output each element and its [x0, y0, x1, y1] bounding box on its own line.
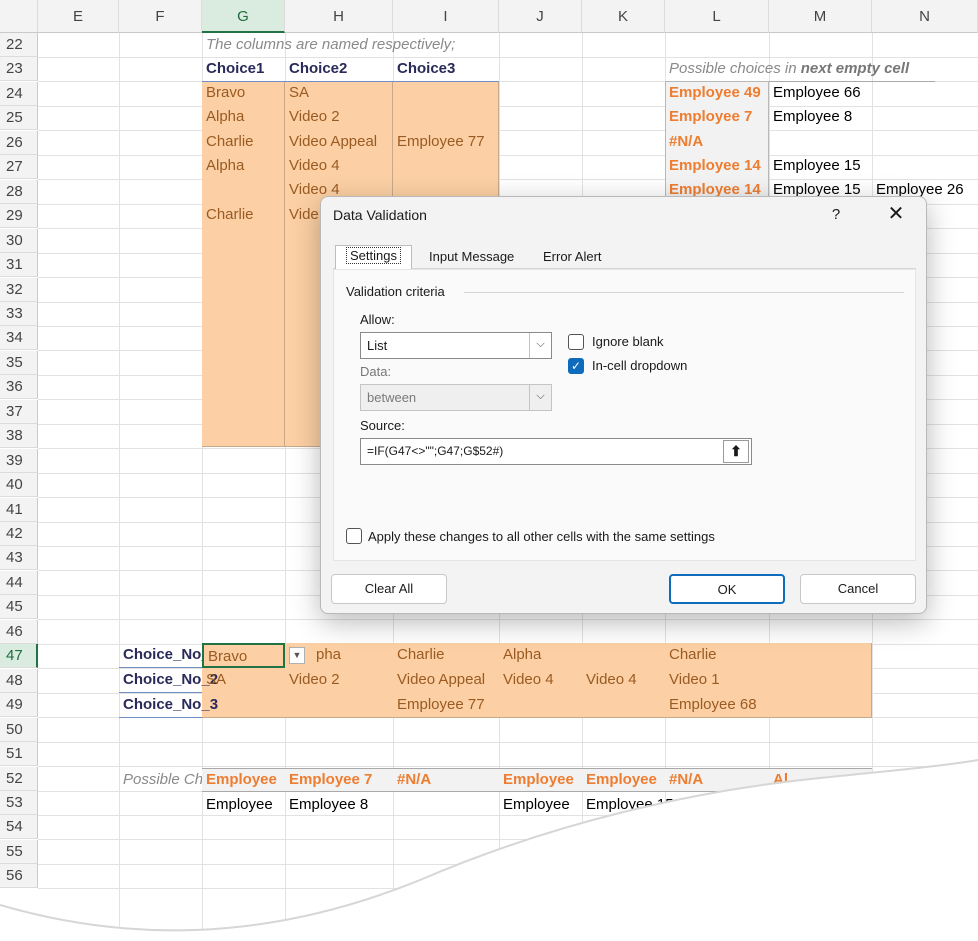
- chevron-down-icon: ⌵: [529, 385, 551, 410]
- cancel-button[interactable]: Cancel: [800, 574, 916, 604]
- allow-label-text: Allow:: [360, 312, 395, 327]
- tab-input-message[interactable]: Input Message: [419, 247, 524, 269]
- data-label: Data:: [360, 364, 392, 379]
- tab-settings-label: Settings: [346, 247, 401, 264]
- help-icon[interactable]: ?: [821, 203, 851, 227]
- data-select: between ⌵: [360, 384, 552, 411]
- source-input-value: =IF(G47<>"";G47;G$52#): [367, 444, 504, 458]
- allow-select-value: List: [367, 338, 388, 353]
- ignore-blank-checkbox[interactable]: [568, 334, 584, 350]
- tab-settings[interactable]: Settings: [335, 245, 412, 269]
- incell-dropdown-checkbox[interactable]: ✓: [568, 358, 584, 374]
- source-input[interactable]: =IF(G47<>"";G47;G$52#) ⬆: [360, 438, 752, 465]
- clear-all-button[interactable]: Clear All: [331, 574, 447, 604]
- ignore-blank-label: Ignore blank: [592, 334, 664, 349]
- data-validation-dialog: Data Validation ? ✕ Settings Input Messa…: [320, 196, 927, 614]
- settings-panel: Validation criteria Allow: List ⌵ Ignore…: [333, 269, 916, 561]
- tab-error-alert[interactable]: Error Alert: [533, 247, 612, 269]
- allow-select[interactable]: List ⌵: [360, 332, 552, 359]
- close-icon[interactable]: ✕: [881, 203, 911, 227]
- ok-button[interactable]: OK: [669, 574, 785, 604]
- apply-all-checkbox[interactable]: [346, 528, 362, 544]
- allow-label: Allow:: [360, 312, 395, 327]
- data-select-value: between: [367, 390, 417, 405]
- collapse-dialog-icon[interactable]: ⬆: [723, 440, 749, 463]
- section-title: Validation criteria: [346, 284, 445, 299]
- source-label: Source:: [360, 418, 405, 433]
- incell-dropdown-label: In-cell dropdown: [592, 358, 688, 373]
- apply-all-label: Apply these changes to all other cells w…: [368, 529, 715, 544]
- chevron-down-icon[interactable]: ⌵: [529, 333, 551, 358]
- dialog-title: Data Validation: [333, 207, 427, 223]
